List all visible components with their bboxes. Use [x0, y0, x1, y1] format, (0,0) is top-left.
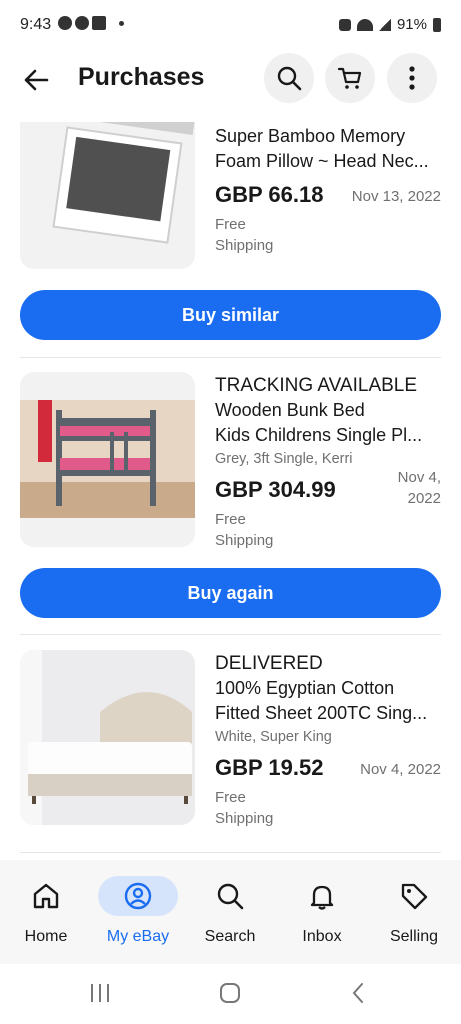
item-title-line[interactable]: 100% Egyptian Cotton [215, 676, 441, 701]
status-time: 9:43 [20, 16, 52, 33]
order-info: Super Bamboo Memory Foam Pillow ~ Head N… [215, 124, 441, 256]
product-image-placeholder[interactable] [20, 122, 195, 269]
product-image[interactable] [20, 372, 195, 547]
order-info: DELIVERED 100% Egyptian Cotton Fitted Sh… [215, 652, 441, 829]
more-vertical-icon [409, 66, 415, 90]
divider [20, 852, 441, 853]
back-system-button[interactable] [338, 978, 378, 1008]
signal-icon [378, 18, 391, 31]
more-options-button[interactable] [387, 53, 437, 103]
system-nav-bar [0, 964, 461, 1024]
home-system-button[interactable] [210, 978, 250, 1008]
order-item[interactable]: TRACKING AVAILABLE Wooden Bunk Bed Kids … [20, 372, 441, 549]
item-price: GBP 19.52 [215, 755, 324, 780]
price-row: GBP 19.52 Nov 4, 2022 [215, 753, 441, 787]
order-date: Nov 13, 2022 [351, 188, 441, 205]
buy-again-button[interactable]: Buy again [20, 568, 441, 618]
notification-icons [58, 16, 124, 30]
nav-search[interactable]: Search [184, 860, 276, 964]
item-variant: White, Super King [215, 729, 332, 745]
item-variant: Grey, 3ft Single, Kerri [215, 451, 353, 467]
order-date: Nov 4, 2022 [397, 469, 441, 507]
nav-label: Search [204, 928, 256, 945]
bell-icon [310, 885, 334, 910]
battery-icon [433, 17, 441, 32]
bed-sheet-image [20, 650, 195, 825]
item-title-line[interactable]: Wooden Bunk Bed [215, 398, 441, 423]
image-placeholder-icon [52, 122, 195, 244]
wifi-icon [356, 18, 373, 31]
product-image[interactable] [20, 650, 195, 825]
bottom-nav: Home My eBay Search Inbox Selling [0, 860, 461, 964]
recent-apps-icon [91, 984, 109, 1002]
purchases-list[interactable]: Super Bamboo Memory Foam Pillow ~ Head N… [0, 122, 461, 860]
notification-icon [58, 16, 72, 30]
nav-selling[interactable]: Selling [368, 860, 460, 964]
app-header: Purchases [0, 52, 461, 108]
buy-similar-button[interactable]: Buy similar [20, 290, 441, 340]
notification-icon [75, 16, 89, 30]
home-square-icon [220, 983, 240, 1003]
nav-inbox[interactable]: Inbox [276, 860, 368, 964]
search-icon [277, 66, 302, 91]
battery-level: 91% [396, 16, 427, 33]
recent-apps-button[interactable] [80, 978, 120, 1008]
page-title: Purchases [78, 63, 205, 91]
order-info: TRACKING AVAILABLE Wooden Bunk Bed Kids … [215, 374, 441, 551]
nav-home[interactable]: Home [0, 860, 92, 964]
price-row: GBP 304.99 Nov 4, 2022 [215, 469, 441, 509]
price-row: GBP 66.18 Nov 13, 2022 [215, 180, 441, 214]
back-button[interactable] [18, 62, 54, 98]
divider [20, 357, 441, 358]
item-price: GBP 66.18 [215, 182, 324, 207]
cart-icon [337, 67, 362, 89]
bunk-bed-image [20, 400, 195, 518]
shipping-info: Free Shipping [215, 789, 274, 827]
nav-my-ebay[interactable]: My eBay [92, 860, 184, 964]
back-chevron-icon [352, 983, 363, 1003]
order-status: DELIVERED [215, 653, 323, 674]
search-icon [217, 883, 244, 910]
alarm-icon [338, 18, 351, 31]
status-bar: 9:43 91% [0, 0, 461, 52]
nav-label: My eBay [106, 928, 170, 945]
shipping-info: Free Shipping [215, 511, 274, 549]
order-status: TRACKING AVAILABLE [215, 375, 418, 396]
home-icon [33, 883, 59, 909]
order-item[interactable]: DELIVERED 100% Egyptian Cotton Fitted Sh… [20, 650, 441, 827]
back-arrow-icon [24, 69, 49, 91]
item-title-line[interactable]: Foam Pillow ~ Head Nec... [215, 149, 441, 174]
divider [20, 634, 441, 635]
user-circle-icon [124, 882, 152, 910]
nav-label: Inbox [302, 928, 342, 945]
tag-icon [401, 883, 428, 910]
status-right: 91% [338, 16, 441, 33]
item-title-line[interactable]: Super Bamboo Memory [215, 124, 441, 149]
nav-label: Selling [389, 928, 439, 945]
item-title-line[interactable]: Kids Childrens Single Pl... [215, 423, 441, 448]
order-date: Nov 4, 2022 [360, 761, 441, 778]
more-notifications-dot-icon [119, 20, 124, 26]
notification-icon [92, 16, 106, 30]
item-title-line[interactable]: Fitted Sheet 200TC Sing... [215, 701, 441, 726]
item-price: GBP 304.99 [215, 477, 336, 502]
shipping-info: Free Shipping [215, 216, 274, 254]
nav-label: Home [24, 928, 68, 945]
order-item[interactable]: Super Bamboo Memory Foam Pillow ~ Head N… [20, 122, 441, 269]
cart-button[interactable] [325, 53, 375, 103]
search-button[interactable] [264, 53, 314, 103]
